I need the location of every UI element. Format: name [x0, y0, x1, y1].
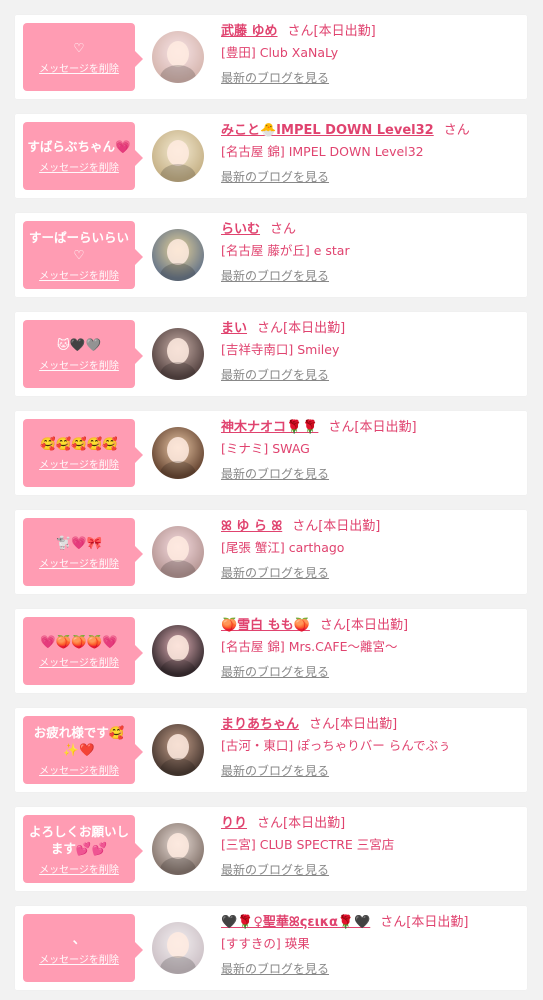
message-text: お疲れ様です🥰✨❤️: [33, 724, 125, 757]
list-item: 🐩💗🎀 メッセージを削除 ꕤ ゆ ら ꕤ さん[本日出勤] [尾張 蟹江] car…: [15, 510, 527, 594]
list-item: すーぱーらいらい♡ メッセージを削除 らいむ さん [名古屋 藤が丘] e sta…: [15, 213, 527, 297]
message-bubble: よろしくお願いします💕💕 メッセージを削除: [23, 815, 143, 883]
blog-link[interactable]: 最新のブログを見る: [221, 663, 329, 680]
status-badge: [本日出勤]: [354, 420, 417, 435]
avatar[interactable]: [152, 922, 204, 974]
cast-name-link[interactable]: まい: [221, 321, 247, 336]
delete-message-button[interactable]: メッセージを削除: [39, 456, 119, 471]
cast-name-link[interactable]: りり: [221, 816, 247, 831]
message-text: 💗🍑🍑🍑💗: [40, 634, 118, 649]
cast-name-link[interactable]: 🖤🌹♀聖華ꕤςεικα🌹🖤: [221, 915, 370, 930]
avatar[interactable]: [152, 31, 204, 83]
cast-name-link[interactable]: 神木ナオコ🌹🌹: [221, 420, 318, 435]
honorific: さん: [319, 618, 346, 633]
message-text: すーぱーらいらい♡: [28, 229, 129, 262]
delete-message-button[interactable]: メッセージを削除: [39, 357, 119, 372]
message-bubble: 🐩💗🎀 メッセージを削除: [23, 518, 143, 586]
honorific: さん: [257, 321, 284, 336]
shop-name: [豊田] Club XaNaLy: [221, 45, 339, 60]
status-badge: [本日出勤]: [283, 816, 346, 831]
message-text: すばらぶちゃん💗: [27, 139, 131, 154]
list-item: 、 メッセージを削除 🖤🌹♀聖華ꕤςεικα🌹🖤 さん[本日出勤] [すすきの] …: [15, 906, 527, 990]
blog-link[interactable]: 最新のブログを見る: [221, 168, 329, 185]
message-bubble: 🐱🖤🩶 メッセージを削除: [23, 320, 143, 388]
shop-name: [名古屋 錦] Mrs.CAFE〜離宮〜: [221, 639, 398, 654]
message-text: 、: [72, 931, 86, 946]
avatar[interactable]: [152, 130, 204, 182]
message-bubble: 、 メッセージを削除: [23, 914, 143, 982]
status-badge: [本日出勤]: [318, 519, 381, 534]
blog-link[interactable]: 最新のブログを見る: [221, 267, 329, 284]
message-text: ♡: [73, 40, 85, 55]
avatar[interactable]: [152, 526, 204, 578]
honorific: さん: [328, 420, 355, 435]
shop-name: [名古屋 藤が丘] e star: [221, 243, 350, 258]
message-bubble: お疲れ様です🥰✨❤️ メッセージを削除: [23, 716, 143, 784]
blog-link[interactable]: 最新のブログを見る: [221, 366, 329, 383]
list-item: すばらぶちゃん💗 メッセージを削除 みこと🐣IMPEL DOWN Level32…: [15, 114, 527, 198]
avatar[interactable]: [152, 724, 204, 776]
shop-name: [三宮] CLUB SPECTRE 三宮店: [221, 837, 395, 852]
honorific: さん: [309, 717, 336, 732]
blog-link[interactable]: 最新のブログを見る: [221, 564, 329, 581]
status-badge: [本日出勤]: [335, 717, 398, 732]
list-item: 💗🍑🍑🍑💗 メッセージを削除 🍑雪白 もも🍑 さん[本日出勤] [名古屋 錦] M…: [15, 609, 527, 693]
list-item: お疲れ様です🥰✨❤️ メッセージを削除 まりあちゃん さん[本日出勤] [古河・東…: [15, 708, 527, 792]
message-list: ♡ メッセージを削除 武藤 ゆめ さん[本日出勤] [豊田] Club XaNaL…: [0, 0, 543, 1000]
honorific: さん: [380, 915, 407, 930]
delete-message-button[interactable]: メッセージを削除: [39, 267, 119, 282]
shop-name: [ミナミ] SWAG: [221, 441, 310, 456]
blog-link[interactable]: 最新のブログを見る: [221, 69, 329, 86]
honorific: さん: [257, 816, 284, 831]
message-bubble: 🥰🥰🥰🥰🥰 メッセージを削除: [23, 419, 143, 487]
list-item: よろしくお願いします💕💕 メッセージを削除 りり さん[本日出勤] [三宮] CL…: [15, 807, 527, 891]
message-text: 🥰🥰🥰🥰🥰: [40, 436, 118, 451]
honorific: さん: [270, 222, 297, 237]
message-bubble: 💗🍑🍑🍑💗 メッセージを削除: [23, 617, 143, 685]
shop-name: [尾張 蟹江] carthago: [221, 540, 345, 555]
cast-name-link[interactable]: 🍑雪白 もも🍑: [221, 618, 310, 633]
list-item: ♡ メッセージを削除 武藤 ゆめ さん[本日出勤] [豊田] Club XaNaL…: [15, 15, 527, 99]
status-badge: [本日出勤]: [345, 618, 409, 633]
cast-name-link[interactable]: らいむ: [221, 222, 260, 237]
avatar[interactable]: [152, 229, 204, 281]
delete-message-button[interactable]: メッセージを削除: [39, 762, 119, 777]
blog-link[interactable]: 最新のブログを見る: [221, 465, 329, 482]
delete-message-button[interactable]: メッセージを削除: [39, 555, 119, 570]
delete-message-button[interactable]: メッセージを削除: [39, 60, 119, 75]
delete-message-button[interactable]: メッセージを削除: [39, 951, 119, 966]
honorific: さん: [287, 24, 314, 39]
message-bubble: ♡ メッセージを削除: [23, 23, 143, 91]
shop-name: [吉祥寺南口] Smiley: [221, 342, 340, 357]
message-text: よろしくお願いします💕💕: [28, 823, 129, 856]
status-badge: [本日出勤]: [313, 24, 376, 39]
honorific: さん: [443, 123, 470, 138]
avatar[interactable]: [152, 823, 204, 875]
avatar[interactable]: [152, 427, 204, 479]
shop-name: [古河・東口] ぽっちゃりバー らんでぶぅ: [221, 738, 451, 753]
cast-name-link[interactable]: 武藤 ゆめ: [221, 24, 278, 39]
status-badge: [本日出勤]: [283, 321, 346, 336]
shop-name: [すすきの] 瑛果: [221, 936, 310, 951]
avatar[interactable]: [152, 625, 204, 677]
list-item: 🥰🥰🥰🥰🥰 メッセージを削除 神木ナオコ🌹🌹 さん[本日出勤] [ミナミ] SWA…: [15, 411, 527, 495]
honorific: さん: [292, 519, 319, 534]
list-item: 🐱🖤🩶 メッセージを削除 まい さん[本日出勤] [吉祥寺南口] Smiley 最…: [15, 312, 527, 396]
status-badge: [本日出勤]: [406, 915, 469, 930]
message-bubble: すーぱーらいらい♡ メッセージを削除: [23, 221, 143, 289]
delete-message-button[interactable]: メッセージを削除: [39, 861, 119, 876]
shop-name: [名古屋 錦] IMPEL DOWN Level32: [221, 144, 424, 159]
avatar[interactable]: [152, 328, 204, 380]
delete-message-button[interactable]: メッセージを削除: [39, 654, 119, 669]
blog-link[interactable]: 最新のブログを見る: [221, 762, 329, 779]
delete-message-button[interactable]: メッセージを削除: [39, 159, 119, 174]
blog-link[interactable]: 最新のブログを見る: [221, 861, 329, 878]
cast-name-link[interactable]: まりあちゃん: [221, 717, 299, 732]
message-text: 🐱🖤🩶: [56, 337, 102, 352]
cast-name-link[interactable]: みこと🐣IMPEL DOWN Level32: [221, 123, 434, 138]
cast-name-link[interactable]: ꕤ ゆ ら ꕤ: [221, 519, 282, 534]
message-bubble: すばらぶちゃん💗 メッセージを削除: [23, 122, 143, 190]
message-text: 🐩💗🎀: [55, 535, 103, 550]
blog-link[interactable]: 最新のブログを見る: [221, 960, 329, 977]
